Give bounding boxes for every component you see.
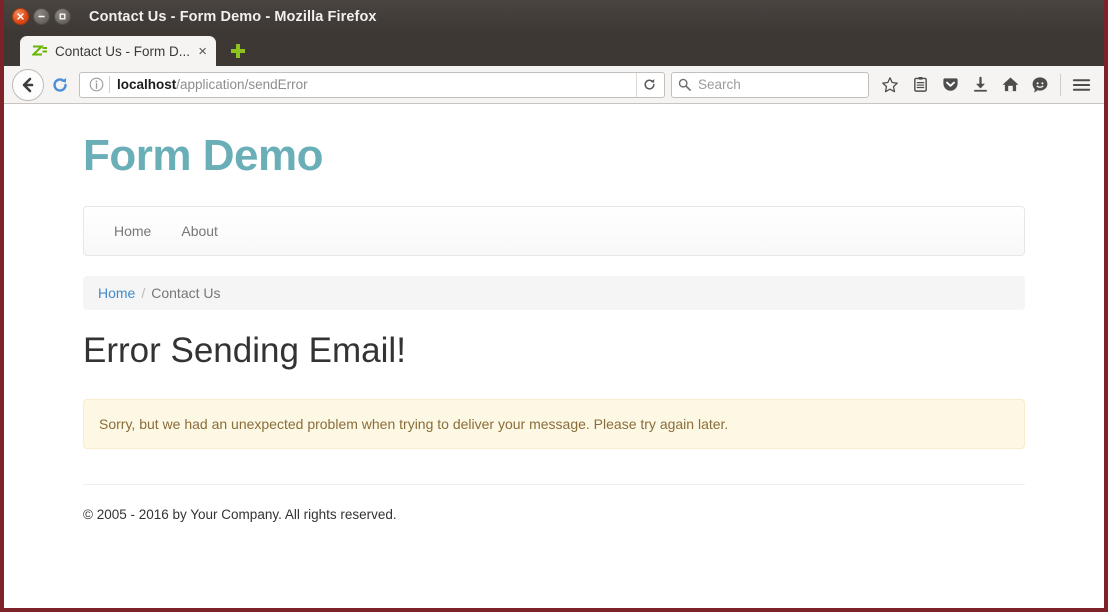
- tab-strip: Contact Us - Form D... ×: [4, 33, 1104, 66]
- page-title: Error Sending Email!: [83, 331, 406, 371]
- minimize-icon: [38, 15, 45, 18]
- search-bar[interactable]: Search: [671, 71, 869, 98]
- alert-warning: Sorry, but we had an unexpected problem …: [83, 398, 1025, 449]
- site-title: Form Demo: [83, 131, 323, 180]
- window-titlebar: Contact Us - Form Demo - Mozilla Firefox: [4, 0, 1104, 33]
- alert-message: Sorry, but we had an unexpected problem …: [99, 415, 729, 432]
- plus-icon: [231, 44, 245, 58]
- page-container: Form Demo Home About Home / Contact Us E…: [83, 104, 1025, 522]
- browser-window: Contact Us - Form Demo - Mozilla Firefox…: [0, 0, 1108, 612]
- nav-item-home[interactable]: Home: [99, 207, 166, 255]
- footer-copyright: © 2005 - 2016 by Your Company. All right…: [83, 506, 397, 522]
- close-icon: [17, 13, 24, 20]
- home-icon[interactable]: [995, 71, 1025, 99]
- tab-close-button[interactable]: ×: [198, 44, 207, 59]
- info-icon[interactable]: [86, 75, 106, 95]
- tab-title: Contact Us - Form D...: [55, 43, 191, 59]
- back-button[interactable]: [12, 68, 44, 101]
- nav-item-about[interactable]: About: [166, 207, 233, 255]
- browser-toolbar: localhost/application/sendError Search: [4, 66, 1104, 104]
- pocket-icon[interactable]: [935, 71, 965, 99]
- url-host: localhost: [117, 77, 177, 92]
- url-divider: [109, 76, 110, 93]
- search-input[interactable]: Search: [698, 77, 741, 92]
- url-path: /application/sendError: [176, 77, 308, 92]
- reload-icon: [644, 79, 655, 90]
- zend-framework-icon: [32, 43, 48, 59]
- url-bar[interactable]: localhost/application/sendError: [79, 71, 665, 98]
- toolbar-divider: [1060, 73, 1061, 96]
- breadcrumb-separator: /: [141, 285, 146, 302]
- reload-button[interactable]: [636, 72, 662, 97]
- back-arrow-icon: [22, 77, 34, 92]
- breadcrumb: Home / Contact Us: [83, 276, 1025, 311]
- close-window-button[interactable]: [12, 8, 29, 25]
- url-text: localhost/application/sendError: [117, 77, 636, 92]
- breadcrumb-item-home[interactable]: Home: [98, 285, 135, 301]
- search-icon: [678, 78, 691, 91]
- sync-account-icon[interactable]: [1025, 71, 1055, 99]
- reading-list-icon[interactable]: [905, 71, 935, 99]
- breadcrumb-item-current: Contact Us: [151, 285, 221, 302]
- maximize-window-button[interactable]: [54, 8, 71, 25]
- bookmark-star-icon[interactable]: [875, 71, 905, 99]
- new-tab-button[interactable]: [228, 41, 248, 61]
- forward-reload-button[interactable]: [45, 70, 75, 100]
- page-viewport: Form Demo Home About Home / Contact Us E…: [4, 104, 1104, 608]
- footer-divider: [83, 483, 1025, 485]
- minimize-window-button[interactable]: [33, 8, 50, 25]
- site-navbar: Home About: [83, 206, 1025, 257]
- window-title: Contact Us - Form Demo - Mozilla Firefox: [89, 8, 377, 25]
- downloads-icon[interactable]: [965, 71, 995, 99]
- browser-tab[interactable]: Contact Us - Form D... ×: [20, 36, 216, 66]
- hamburger-menu-icon[interactable]: [1066, 71, 1096, 99]
- reload-forward-icon: [53, 77, 67, 92]
- maximize-icon: [59, 13, 66, 20]
